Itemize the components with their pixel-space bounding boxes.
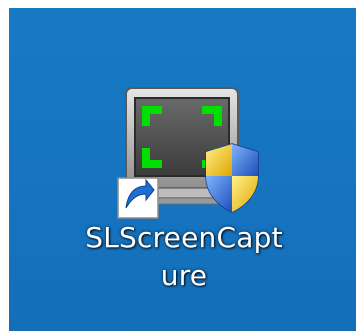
shortcut-label-line1: SLScreenCapt [85,221,283,254]
slscreencapture-shortcut[interactable]: SLScreenCapt ure [69,68,299,318]
shortcut-label-line2: ure [160,259,208,292]
desktop-frame: SLScreenCapt ure [0,0,356,331]
screen-capture-monitor-icon[interactable] [116,80,266,230]
shortcut-arrow-icon [117,177,159,219]
shortcut-label[interactable]: SLScreenCapt ure [69,219,299,295]
desktop-background[interactable]: SLScreenCapt ure [9,8,356,331]
